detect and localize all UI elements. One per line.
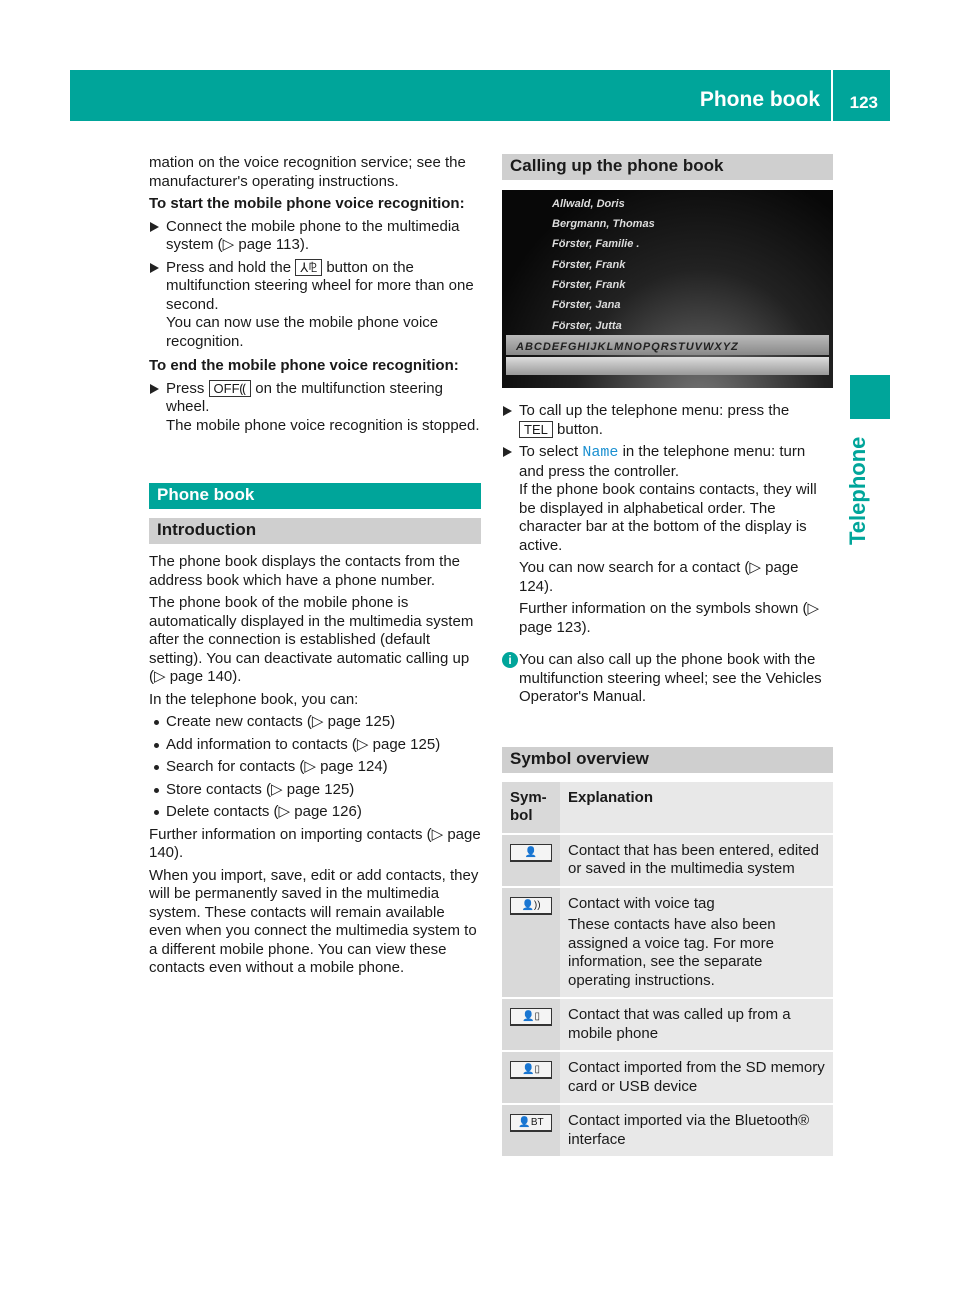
paragraph: The phone book displays the contacts fro… xyxy=(149,553,461,589)
paragraph: The phone book of the mobile phone is au… xyxy=(149,594,474,685)
tel-key: TEL xyxy=(519,420,553,438)
contact-entry: Förster, Frank xyxy=(552,259,626,271)
table-row: 👤 Contact that has been entered, edited o… xyxy=(502,833,833,888)
contact-entry: Förster, Jutta xyxy=(552,320,622,332)
bullet-item: Add information to contacts (▷ page 125) xyxy=(149,736,481,755)
step: To select Name in the telephone menu: tu… xyxy=(502,443,833,637)
bullet-item: Search for contacts (▷ page 124) xyxy=(149,758,481,777)
contact-voice-tag-icon: 👤)) xyxy=(510,896,552,915)
start-heading: To start the mobile phone voice recognit… xyxy=(149,195,465,212)
table-header: Sym-bol Explanation xyxy=(502,781,833,835)
paragraph: mation on the voice recognition service;… xyxy=(149,154,466,190)
voice-control-icon: ⅄⅊ xyxy=(295,258,323,276)
contact-entry: Bergmann, Thomas xyxy=(552,218,655,230)
paragraph: Further information on importing contact… xyxy=(149,825,481,862)
right-column: Calling up the phone book Allwald, Doris… xyxy=(502,154,833,1158)
table-row: 👤)) Contact with voice tag These contacts … xyxy=(502,886,833,999)
step: Connect the mobile phone to the multimed… xyxy=(149,218,481,255)
manual-page: Phone book 123 Telephone mation on the v… xyxy=(0,0,960,1302)
phone-book-screenshot: Allwald, Doris Bergmann, Thomas Förster,… xyxy=(502,190,833,388)
side-tab-label: Telephone xyxy=(845,436,870,545)
header-divider xyxy=(831,70,833,121)
calling-heading: Calling up the phone book xyxy=(502,154,833,180)
voice-off-icon: OFF⸨ xyxy=(208,379,252,397)
page-number: 123 xyxy=(849,93,878,112)
page-header: Phone book 123 xyxy=(70,70,890,121)
contact-bluetooth-icon: 👤BT xyxy=(510,1114,552,1132)
side-tab-marker xyxy=(850,375,890,419)
section-heading: Phone book xyxy=(149,483,481,509)
paragraph: When you import, save, edit or add conta… xyxy=(149,866,479,977)
table-row: 👤▯ Contact that was called up from a mobi… xyxy=(502,998,833,1052)
paragraph: In the telephone book, you can: xyxy=(149,690,359,708)
symbol-table: Sym-bol Explanation 👤 Contact that has bee… xyxy=(502,781,833,1158)
contact-sd-usb-icon: 👤▯ xyxy=(510,1061,552,1079)
step: To call up the telephone menu: press the… xyxy=(502,402,833,439)
info-icon: i xyxy=(502,652,518,668)
menu-item-name: Name xyxy=(582,444,619,461)
step: Press and hold the ⅄⅊ button on the mult… xyxy=(149,258,481,352)
character-bar: ABCDEFGHIJKLMNOPQRSTUVWXYZ xyxy=(506,335,829,355)
symbol-heading: Symbol overview xyxy=(502,746,833,773)
contact-entry: Förster, Jana xyxy=(552,299,621,311)
bullet-item: Create new contacts (▷ page 125) xyxy=(149,713,481,732)
screen-bottom-bar xyxy=(506,357,829,375)
end-heading: To end the mobile phone voice recognitio… xyxy=(149,357,459,374)
bullet-item: Store contacts (▷ page 125) xyxy=(149,781,481,800)
contact-entry: Allwald, Doris xyxy=(552,198,625,210)
contact-entry: Förster, Frank xyxy=(552,279,626,291)
contact-icon: 👤 xyxy=(510,843,552,862)
info-note: i You can also call up the phone book wit… xyxy=(502,651,833,707)
left-column: mation on the voice recognition service;… xyxy=(149,154,481,982)
contact-entry: Förster, Familie . xyxy=(552,238,640,250)
subsection-heading: Introduction xyxy=(149,518,481,544)
step: Press OFF⸨ on the multifunction steering… xyxy=(149,379,481,436)
table-row: 👤▯ Contact imported from the SD memory ca… xyxy=(502,1051,833,1105)
table-row: 👤BT Contact imported via the Bluetooth® i… xyxy=(502,1104,833,1158)
contact-mobile-phone-icon: 👤▯ xyxy=(510,1008,552,1026)
bullet-item: Delete contacts (▷ page 126) xyxy=(149,803,481,822)
header-title: Phone book xyxy=(699,88,820,111)
